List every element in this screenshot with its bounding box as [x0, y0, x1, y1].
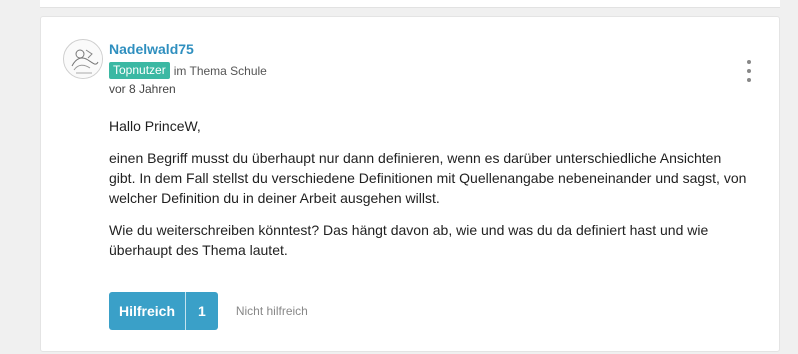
topnutzer-badge: Topnutzer — [109, 62, 170, 79]
author-meta: Topnutzer im Thema Schule — [109, 62, 267, 79]
more-vertical-icon[interactable] — [741, 57, 757, 85]
helpful-count: 1 — [185, 292, 218, 330]
answer-actions: Hilfreich 1 Nicht hilfreich — [109, 292, 308, 330]
answer-card: Nadelwald75 Topnutzer im Thema Schule vo… — [40, 16, 780, 352]
not-helpful-button[interactable]: Nicht hilfreich — [236, 304, 308, 318]
helpful-button[interactable]: Hilfreich 1 — [109, 292, 218, 330]
answer-paragraph-1: einen Begriff musst du überhaupt nur dan… — [109, 150, 747, 206]
post-time: vor 8 Jahren — [109, 82, 176, 96]
topic-text: im Thema Schule — [173, 63, 267, 78]
avatar[interactable] — [63, 39, 103, 79]
answer-paragraph-2: Wie du weiterschreiben könntest? Das hän… — [109, 222, 709, 258]
previous-card-edge — [40, 0, 780, 8]
answer-body: Hallo PrinceW, einen Begriff musst du üb… — [109, 116, 749, 272]
author-name[interactable]: Nadelwald75 — [109, 41, 194, 57]
helpful-label: Hilfreich — [109, 292, 186, 330]
avatar-drawing-icon — [65, 41, 102, 78]
greeting: Hallo PrinceW, — [109, 118, 201, 134]
